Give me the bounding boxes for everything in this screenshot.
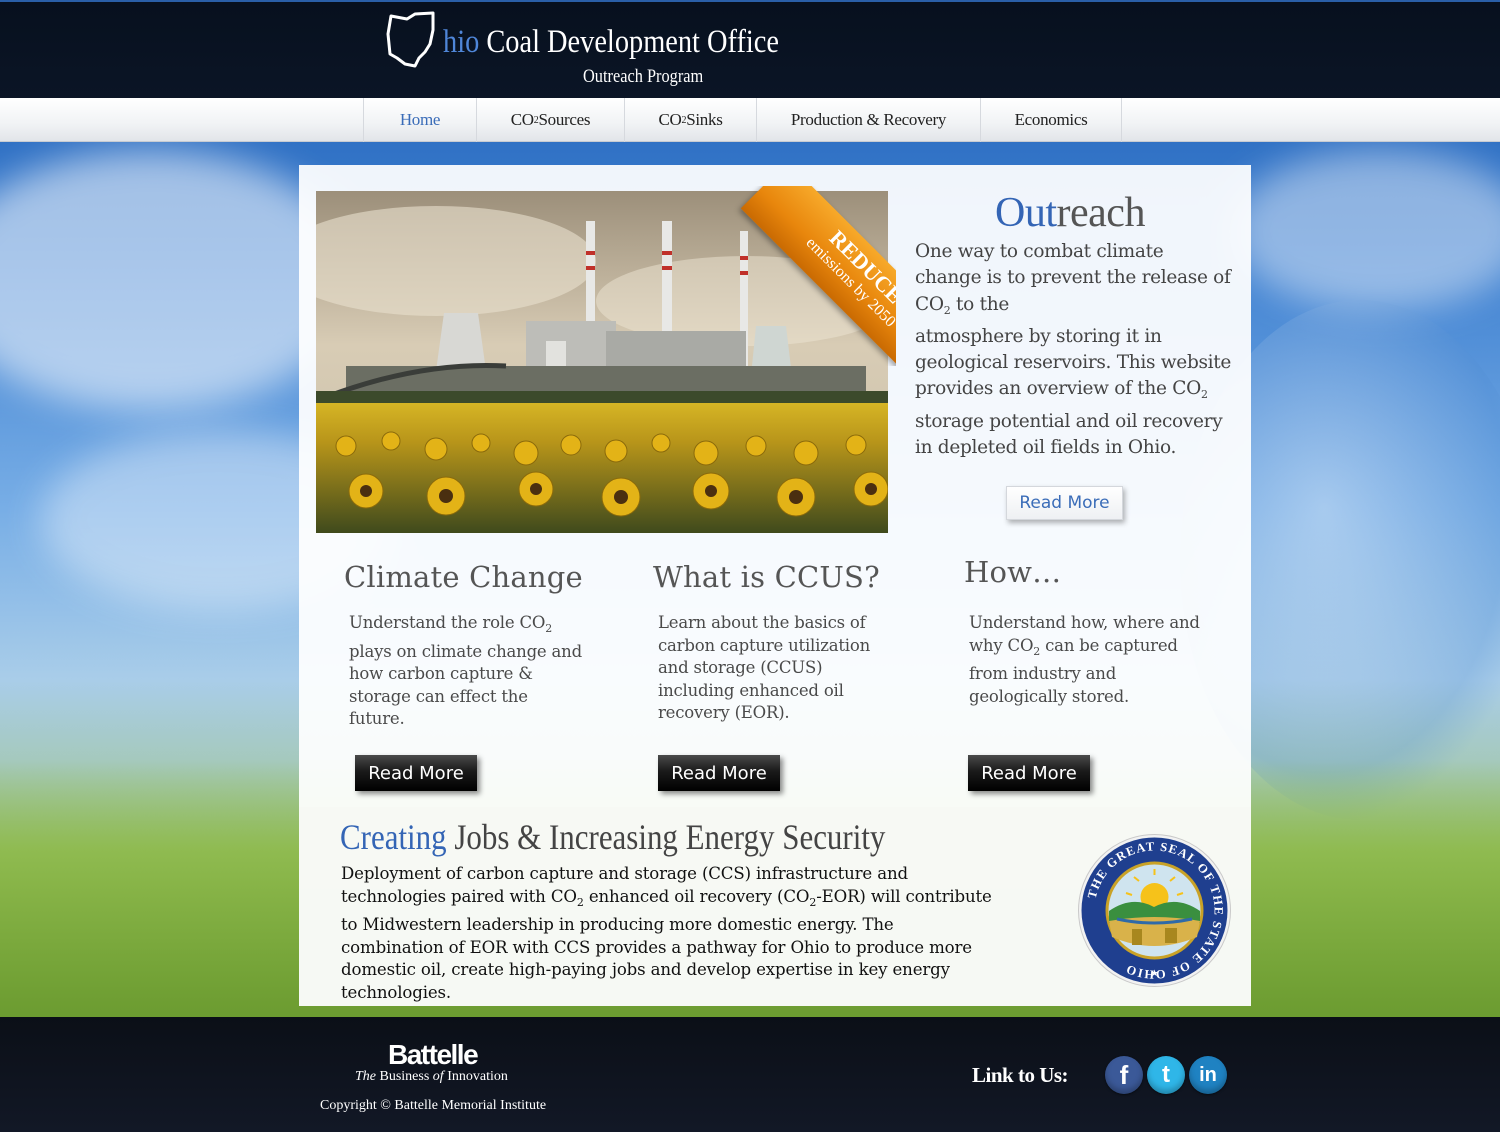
jobs-description: Deployment of carbon capture and storage… — [341, 864, 992, 1002]
copyright-text: Copyright © Battelle Memorial Institute — [320, 1098, 547, 1113]
how-heading: How… — [964, 555, 1062, 589]
jobs-heading: Creating Jobs & Increasing Energy Securi… — [340, 817, 886, 857]
outreach-read-more-button[interactable]: Read More — [1006, 486, 1123, 520]
ohio-state-seal-icon: THE GREAT SEAL OF THE STATE OF OHIO ★ — [1078, 834, 1231, 987]
ohio-state-outline-icon — [386, 11, 435, 68]
battelle-logo[interactable]: Battelle — [388, 1039, 479, 1071]
battelle-tagline: The Business of Innovation — [355, 1069, 508, 1084]
nav-economics[interactable]: Economics — [980, 98, 1122, 142]
climate-change-text: Understand the role CO2 plays on climate… — [349, 613, 582, 729]
site-header: hio Coal Development Office Outreach Pro… — [0, 0, 1500, 98]
nav-co2-sources[interactable]: CO 2 Sources — [476, 98, 624, 142]
ccus-read-more-button[interactable]: Read More — [658, 755, 780, 791]
svg-text:★: ★ — [1150, 969, 1158, 979]
twitter-icon[interactable]: t — [1147, 1056, 1185, 1094]
outreach-description: One way to combat climate change is to p… — [915, 241, 1232, 459]
background-cloud — [1230, 150, 1500, 310]
site-footer: Battelle The Business of Innovation Copy… — [0, 1017, 1500, 1132]
outreach-heading: Outreach — [995, 190, 1145, 236]
site-subtitle: Outreach Program — [583, 66, 704, 87]
main-content-card: REDUCE emissions by 2050 Outreach One wa… — [299, 165, 1251, 1006]
climate-change-read-more-button[interactable]: Read More — [355, 755, 477, 791]
how-text: Understand how, where and why CO2 can be… — [969, 613, 1200, 706]
ccus-text: Learn about the basics of carbon capture… — [658, 613, 871, 723]
how-read-more-button[interactable]: Read More — [968, 755, 1090, 791]
climate-change-heading: Climate Change — [344, 560, 583, 594]
facebook-icon[interactable]: f — [1105, 1056, 1143, 1094]
main-navigation: Home CO 2 Sources CO 2 Sinks Production & Re… — [0, 98, 1500, 142]
site-title: hio Coal Development Office — [443, 24, 780, 60]
link-to-us-label: Link to Us: — [972, 1063, 1069, 1087]
nav-home[interactable]: Home — [363, 98, 476, 142]
site-logo[interactable]: hio Coal Development Office Outreach Pro… — [385, 10, 805, 95]
ccus-heading: What is CCUS? — [653, 560, 880, 594]
linkedin-icon[interactable]: in — [1189, 1056, 1227, 1094]
nav-production-recovery[interactable]: Production & Recovery — [756, 98, 980, 142]
nav-co2-sinks[interactable]: CO 2 Sinks — [624, 98, 756, 142]
